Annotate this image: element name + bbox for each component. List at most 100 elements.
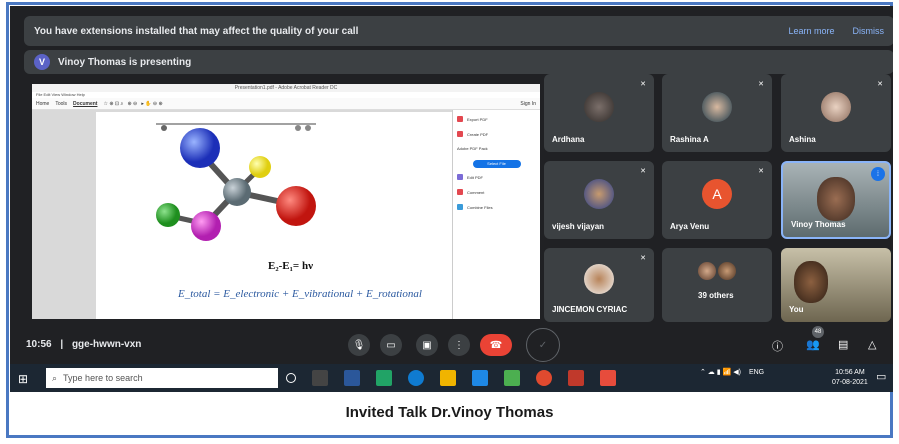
camera-button[interactable]: ▭ <box>380 334 402 356</box>
select-file-button[interactable]: Select File <box>472 160 521 168</box>
search-icon: ⌕ <box>52 372 58 383</box>
chat-icon[interactable]: ▤ <box>838 338 848 351</box>
cortana-icon[interactable] <box>286 373 296 383</box>
chrome-icon[interactable] <box>536 370 552 386</box>
avatar <box>584 264 614 295</box>
self-view-tile[interactable]: You <box>781 248 891 322</box>
meeting-info: 10:56 | gge-hwwn-vxn <box>26 339 141 350</box>
taskbar-clock[interactable]: 10:56 AM 07-08-2021 <box>832 368 868 388</box>
camera-feed <box>817 176 855 221</box>
tray-icons[interactable]: ⌃ ☁ ▮ 📶 ◀) <box>700 368 741 376</box>
mic-off-icon: ✕ <box>758 168 764 175</box>
learn-more-link[interactable]: Learn more <box>788 26 834 36</box>
avatar <box>702 91 732 122</box>
export-pdf-icon <box>457 116 463 122</box>
others-tile[interactable]: 39 others <box>662 248 772 322</box>
participant-name: JINCEMON CYRIAC <box>552 305 628 314</box>
combine-files-icon <box>457 204 463 210</box>
participant-tile[interactable]: ✕ Ashina <box>781 74 891 152</box>
avatar <box>698 262 716 280</box>
meet-window: You have extensions installed that may a… <box>10 6 893 364</box>
image-caption: Invited Talk Dr.Vinoy Thomas <box>345 404 554 421</box>
presenting-text: Vinoy Thomas is presenting <box>58 56 192 68</box>
present-icon: ▣ <box>422 339 432 351</box>
sign-in-link[interactable]: Sign In <box>520 101 536 107</box>
check-icon: ✓ <box>538 339 548 351</box>
task-view-icon[interactable] <box>312 370 328 386</box>
language-indicator[interactable]: ENG <box>749 369 764 376</box>
equation-energy: E₂-E₁= hν <box>268 260 313 272</box>
avatar-initial: A <box>702 178 732 209</box>
info-icon[interactable]: ⓘ <box>772 338 783 354</box>
mic-off-icon: ✕ <box>640 255 646 262</box>
hang-up-icon: ☎ <box>489 339 503 351</box>
mic-icon: 🎙 <box>352 339 366 351</box>
side-item-edit[interactable]: Edit PDF <box>457 174 536 180</box>
side-item-export[interactable]: Export PDF <box>457 116 536 122</box>
side-item-comment[interactable]: Comment <box>457 189 536 195</box>
taskbar-search[interactable]: ⌕ Type here to search <box>46 368 278 388</box>
participant-name: Arya Venu <box>670 222 710 231</box>
avatar <box>821 91 851 122</box>
participant-tile[interactable]: ✕ A Arya Venu <box>662 161 772 239</box>
mic-button[interactable]: 🎙 <box>348 334 370 356</box>
app-icon[interactable] <box>376 370 392 386</box>
app-icon[interactable] <box>344 370 360 386</box>
mic-off-icon: ✕ <box>640 81 646 88</box>
center-atom <box>223 178 251 206</box>
people-icon[interactable]: 👥 <box>806 338 820 351</box>
activities-icon[interactable]: △ <box>868 338 876 351</box>
tab-tools[interactable]: Tools <box>55 101 67 107</box>
participant-tile[interactable]: ✕ Ardhana <box>544 74 654 152</box>
avatar <box>584 178 614 209</box>
side-item-pdf-pack: Adobe PDF Pack <box>457 146 488 151</box>
acrobat-icon[interactable] <box>600 370 616 386</box>
end-call-button[interactable]: ☎ <box>480 334 512 356</box>
app-icon[interactable] <box>472 370 488 386</box>
edge-icon[interactable] <box>408 370 424 386</box>
participant-name: Ardhana <box>552 135 585 144</box>
comment-icon <box>457 189 463 195</box>
equation-total-energy: E_total = E_electronic + E_vibrational +… <box>178 288 422 300</box>
present-button[interactable]: ▣ <box>416 334 438 356</box>
participant-tile[interactable]: ✕ Rashina A <box>662 74 772 152</box>
participant-count-badge: 48 <box>812 326 824 338</box>
green-atom <box>156 203 180 227</box>
more-options-button[interactable]: ⋮ <box>448 334 470 356</box>
participant-tile[interactable]: ✕ JINCEMON CYRIAC <box>544 248 654 322</box>
meet-control-bar: 10:56 | gge-hwwn-vxn 🎙 ▭ ▣ ⋮ ☎ ✓ ⓘ 48 👥 … <box>10 324 893 364</box>
avatar <box>584 91 614 122</box>
participant-tile-speaking[interactable]: ⁞ Vinoy Thomas <box>781 161 891 239</box>
participant-name: You <box>789 305 804 314</box>
magenta-atom <box>191 211 221 241</box>
meeting-code: gge-hwwn-vxn <box>71 339 142 350</box>
toolbar-icons: ☆ ⊕ ⊡ ⌕ ⊕ ⊖ ▸ ✋ ⊖ ⊕ <box>103 100 163 107</box>
tab-home[interactable]: Home <box>36 101 49 107</box>
camera-feed <box>794 261 828 304</box>
tab-document[interactable]: Document <box>73 101 97 107</box>
acrobat-title-bar: Presentation1.pdf - Adobe Acrobat Reader… <box>32 84 540 92</box>
participant-tile[interactable]: ✕ vijesh vijayan <box>544 161 654 239</box>
windows-taskbar: ⊞ ⌕ Type here to search ⌃ ☁ ▮ 📶 ◀) ENG 1… <box>10 364 893 392</box>
acrobat-toolbar: Home Tools Document ☆ ⊕ ⊡ ⌕ ⊕ ⊖ ▸ ✋ ⊖ ⊕ … <box>32 98 540 110</box>
acrobat-side-panel: Export PDF Create PDF Adobe PDF Pack Sel… <box>452 110 540 319</box>
dismiss-link[interactable]: Dismiss <box>853 26 885 36</box>
side-item-create[interactable]: Create PDF <box>457 131 536 137</box>
more-vert-icon: ⋮ <box>454 339 464 351</box>
windows-start-icon[interactable]: ⊞ <box>18 372 28 386</box>
notification-icon[interactable]: ▭ <box>876 370 886 383</box>
clock-date: 07-08-2021 <box>832 379 868 386</box>
side-item-combine[interactable]: Combine Files <box>457 204 536 210</box>
app-icon[interactable] <box>504 370 520 386</box>
separator: | <box>60 339 64 350</box>
raise-hand-button[interactable]: ✓ <box>526 328 560 362</box>
store-icon[interactable] <box>440 370 456 386</box>
mic-off-icon: ✕ <box>877 81 883 88</box>
presenter-avatar: V <box>34 54 50 70</box>
participant-name: Rashina A <box>670 135 709 144</box>
extension-warning-banner: You have extensions installed that may a… <box>24 16 893 46</box>
presenting-banner: V Vinoy Thomas is presenting <box>24 50 893 74</box>
create-pdf-icon <box>457 131 463 137</box>
shared-screen: Presentation1.pdf - Adobe Acrobat Reader… <box>32 84 540 319</box>
app-icon[interactable] <box>568 370 584 386</box>
